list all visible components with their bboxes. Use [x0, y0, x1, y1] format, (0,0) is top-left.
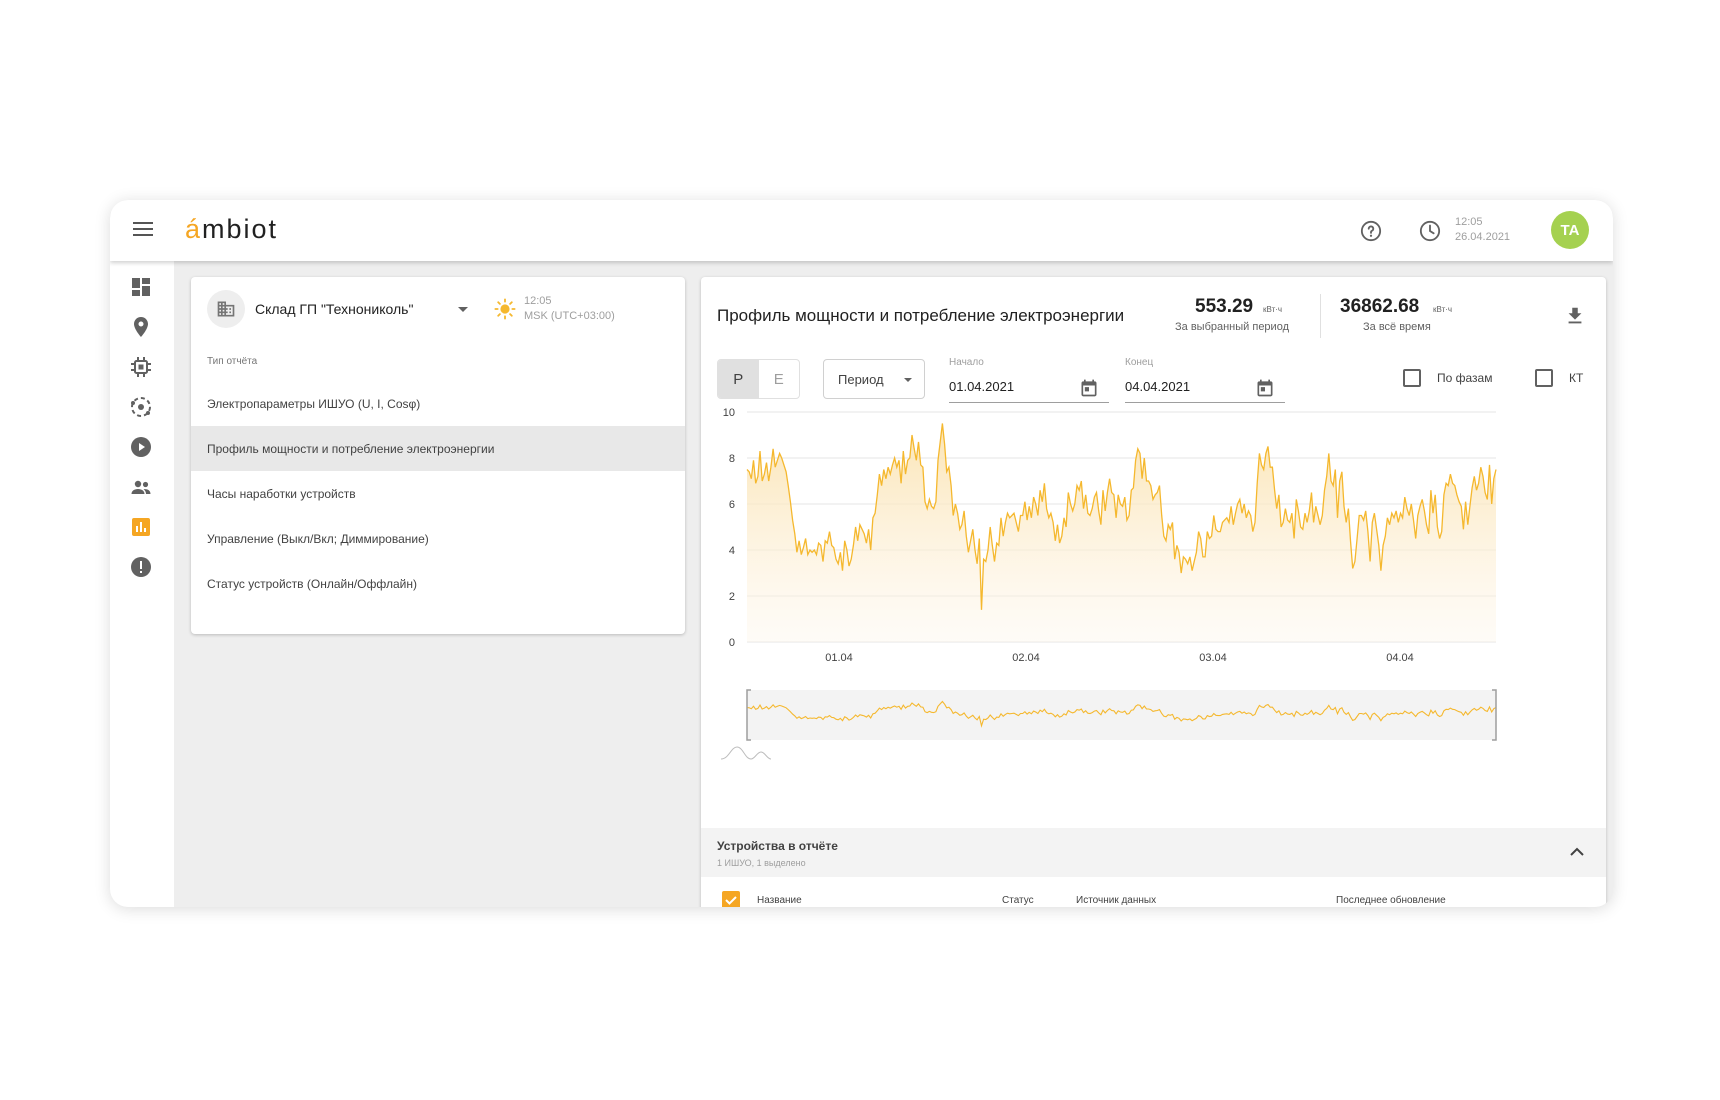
period-select[interactable]: Период: [823, 359, 925, 399]
clock-readout: 12:05 26.04.2021: [1455, 215, 1510, 245]
start-date-label: Начало: [949, 357, 984, 368]
network-icon[interactable]: [129, 395, 153, 419]
y-tick-label: 0: [729, 637, 735, 649]
end-date-label: Конец: [1125, 357, 1154, 368]
total-energy-value: 36862.68: [1340, 296, 1420, 317]
column-data-source[interactable]: Источник данных: [1076, 895, 1156, 906]
download-icon[interactable]: [1564, 305, 1586, 327]
period-select-label: Период: [838, 372, 884, 387]
chip-icon[interactable]: [129, 355, 153, 379]
clock-time: 12:05: [1455, 216, 1483, 228]
total-energy-unit: кВт·ч: [1433, 305, 1453, 314]
power-profile-chart: 0 2 4 6 8 10 01.04 02.04 03.04 04.04: [720, 407, 1497, 760]
help-icon[interactable]: [1360, 220, 1382, 242]
start-date-value: 01.04.2021: [949, 379, 1015, 394]
x-tick-label: 03.04: [1199, 652, 1227, 664]
total-energy-label: За всё время: [1363, 321, 1431, 333]
report-item-control[interactable]: Управление (Выкл/Вкл; Диммирование): [191, 516, 685, 561]
report-item-power-profile[interactable]: Профиль мощности и потребление электроэн…: [191, 426, 685, 471]
y-tick-label: 2: [729, 591, 735, 603]
end-date-field[interactable]: Конец 04.04.2021: [1125, 357, 1285, 403]
column-last-update[interactable]: Последнее обновление: [1336, 895, 1446, 906]
x-tick-label: 04.04: [1386, 652, 1414, 664]
devices-table-header: Название Статус Источник данных Последне…: [701, 877, 1606, 907]
y-tick-label: 6: [729, 499, 735, 511]
report-item-device-status[interactable]: Статус устройств (Онлайн/Оффлайн): [191, 561, 685, 606]
map-pin-icon[interactable]: [129, 315, 153, 339]
report-title: Профиль мощности и потребление электроэн…: [717, 306, 1125, 325]
clock-icon: [1419, 220, 1441, 242]
select-all-checkbox[interactable]: [722, 891, 740, 907]
chevron-up-icon[interactable]: [1568, 845, 1586, 859]
calendar-icon[interactable]: [1079, 378, 1099, 398]
calendar-icon[interactable]: [1255, 378, 1275, 398]
building-icon: [217, 301, 235, 317]
people-icon[interactable]: [129, 475, 153, 499]
menu-icon[interactable]: [130, 218, 156, 242]
user-avatar[interactable]: TA: [1551, 211, 1589, 249]
report-type-label: Тип отчёта: [207, 356, 258, 367]
site-dropdown-caret-icon[interactable]: [458, 307, 468, 312]
devices-section-header[interactable]: Устройства в отчёте 1 ИШУО, 1 выделено: [701, 828, 1606, 877]
play-icon[interactable]: [129, 435, 153, 459]
checkbox-box[interactable]: [1535, 369, 1553, 387]
devices-title: Устройства в отчёте: [717, 839, 838, 853]
report-selector-panel: Склад ГП "Технониколь" 12:05 MSK (UTC+03…: [191, 277, 685, 634]
period-energy-label: За выбранный период: [1175, 321, 1289, 333]
y-tick-label: 8: [729, 453, 735, 465]
y-axis-ticks: 0 2 4 6 8 10: [723, 407, 735, 649]
x-axis-ticks: 01.04 02.04 03.04 04.04: [825, 652, 1414, 664]
site-avatar: [207, 290, 245, 328]
report-item-operating-hours[interactable]: Часы наработки устройств: [191, 471, 685, 516]
report-main-panel: Профиль мощности и потребление электроэн…: [701, 277, 1606, 907]
end-date-value: 04.04.2021: [1125, 379, 1191, 394]
side-nav: [110, 261, 174, 907]
stat-divider: [1320, 294, 1321, 338]
range-navigator-icon[interactable]: [720, 746, 772, 760]
sun-icon: [494, 298, 516, 320]
x-tick-label: 01.04: [825, 652, 853, 664]
site-time: 12:05 MSK (UTC+03:00): [524, 294, 615, 324]
top-bar: ámbiot 12:05 26.04.2021 TA: [110, 200, 1613, 261]
y-tick-label: 4: [729, 545, 735, 557]
app-logo: ámbiot: [185, 214, 279, 244]
devices-subtitle: 1 ИШУО, 1 выделено: [717, 858, 806, 868]
toggle-power[interactable]: P: [718, 360, 759, 398]
report-item-electroparams[interactable]: Электропараметры ИШУО (U, I, Cosφ): [191, 381, 685, 426]
bar-chart-icon[interactable]: [129, 515, 153, 539]
site-timezone: MSK (UTC+03:00): [524, 310, 615, 322]
period-energy-unit: кВт·ч: [1263, 305, 1283, 314]
toggle-energy[interactable]: E: [759, 360, 800, 398]
y-tick-label: 10: [723, 407, 735, 419]
kt-label: КТ: [1569, 371, 1584, 385]
period-energy-value: 553.29: [1195, 296, 1254, 317]
checkbox-box[interactable]: [1403, 369, 1421, 387]
dashboard-icon[interactable]: [129, 275, 153, 299]
clock-date: 26.04.2021: [1455, 231, 1511, 243]
metric-toggle: P E: [717, 359, 800, 399]
by-phase-label: По фазам: [1437, 371, 1493, 385]
kt-checkbox[interactable]: КТ: [1535, 369, 1583, 387]
chevron-down-icon: [904, 378, 912, 382]
by-phase-checkbox[interactable]: По фазам: [1403, 369, 1492, 387]
check-icon: [725, 896, 737, 905]
site-name[interactable]: Склад ГП "Технониколь": [255, 301, 413, 317]
column-name[interactable]: Название: [757, 895, 802, 906]
site-time-value: 12:05: [524, 295, 552, 307]
start-date-field[interactable]: Начало 01.04.2021: [949, 357, 1109, 403]
app-window: ámbiot 12:05 26.04.2021 TA Склад ГП "Тех…: [110, 200, 1613, 907]
column-status[interactable]: Статус: [1002, 895, 1034, 906]
x-tick-label: 02.04: [1012, 652, 1040, 664]
alert-icon[interactable]: [129, 555, 153, 579]
